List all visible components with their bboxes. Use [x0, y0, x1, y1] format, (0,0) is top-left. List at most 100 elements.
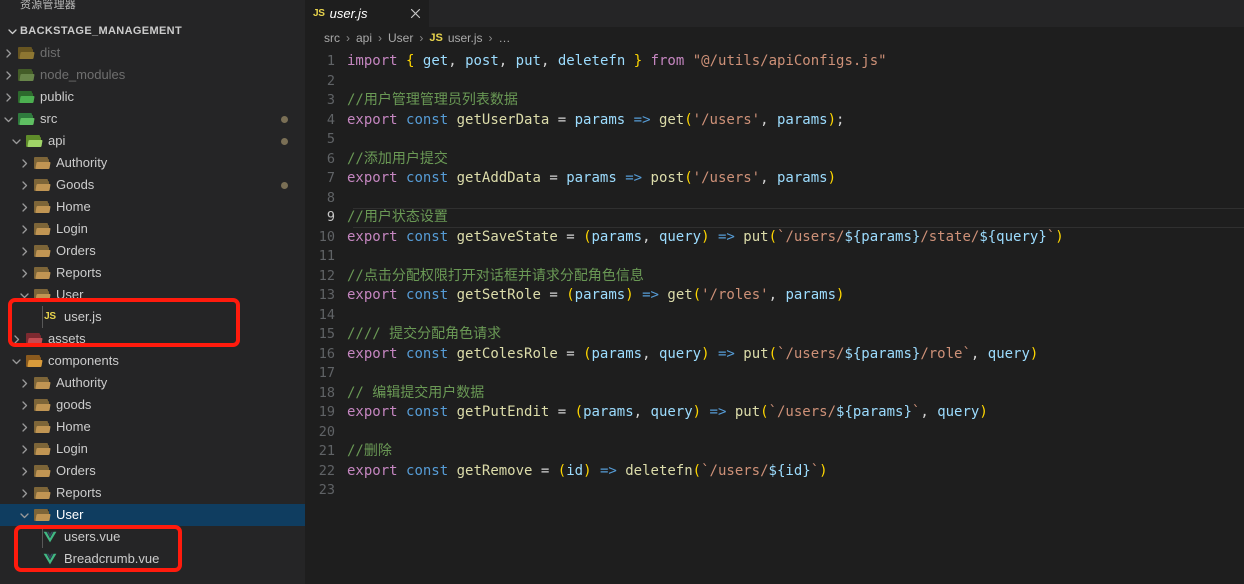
code-line[interactable]: 8 — [305, 189, 1244, 209]
breadcrumb-item[interactable]: User — [388, 31, 413, 45]
tree-file-user-js[interactable]: JS user.js — [0, 306, 305, 328]
tree-folder-goods[interactable]: Goods — [0, 174, 305, 196]
folder-tan-icon — [32, 178, 52, 192]
folder-tan-icon — [32, 244, 52, 258]
chevron-down-icon[interactable] — [8, 350, 24, 372]
tree-folder-src[interactable]: src — [0, 108, 305, 130]
line-number: 12 — [318, 267, 335, 284]
chevron-right-icon[interactable] — [8, 328, 24, 350]
chevron-right-icon[interactable] — [0, 42, 16, 64]
tree-folder-reports[interactable]: Reports — [0, 482, 305, 504]
chevron-right-icon[interactable] — [16, 218, 32, 240]
breadcrumb: src › api › User › JS user.js ›… — [305, 27, 1244, 49]
chevron-right-icon[interactable] — [16, 482, 32, 504]
code-line[interactable]: 7 export const getAddData = params => pos… — [305, 169, 1244, 189]
line-number: 18 — [318, 384, 335, 401]
tree-item-label: public — [40, 89, 74, 104]
chevron-right-icon: › — [419, 31, 424, 45]
chevron-down-icon[interactable] — [16, 504, 32, 526]
code-line[interactable]: 1 import { get, post, put, deletefn } fro… — [305, 52, 1244, 72]
line-number: 9 — [326, 209, 335, 225]
code-line[interactable]: 18 // 编辑提交用户数据 — [305, 384, 1244, 404]
folder-tan-icon — [32, 376, 52, 390]
chevron-right-icon[interactable] — [16, 416, 32, 438]
tree-folder-authority[interactable]: Authority — [0, 372, 305, 394]
chevron-right-icon[interactable] — [16, 174, 32, 196]
chevron-right-icon[interactable] — [16, 262, 32, 284]
code-line[interactable]: 13 export const getSetRole = (params) => … — [305, 286, 1244, 306]
code-line-text: export const getPutEndit = (params, quer… — [347, 404, 988, 420]
code-line[interactable]: 5 — [305, 130, 1244, 150]
tree-folder-components[interactable]: components — [0, 350, 305, 372]
chevron-right-icon[interactable] — [16, 196, 32, 218]
tree-folder-login[interactable]: Login — [0, 438, 305, 460]
chevron-right-icon[interactable] — [16, 438, 32, 460]
code-line[interactable]: 4 export const getUserData = params => ge… — [305, 111, 1244, 131]
tree-folder-home[interactable]: Home — [0, 416, 305, 438]
breadcrumb-item[interactable]: user.js — [448, 31, 483, 45]
chevron-right-icon[interactable] — [16, 152, 32, 174]
tree-item-label: api — [48, 133, 66, 148]
chevron-down-icon[interactable] — [4, 20, 20, 42]
tree-folder-orders[interactable]: Orders — [0, 240, 305, 262]
code-line[interactable]: 20 — [305, 423, 1244, 443]
code-line[interactable]: 3 //用户管理管理员列表数据 — [305, 91, 1244, 111]
chevron-down-icon[interactable] — [0, 108, 16, 130]
code-line[interactable]: 14 — [305, 306, 1244, 326]
chevron-right-icon[interactable] — [16, 460, 32, 482]
breadcrumb-item[interactable]: src — [324, 31, 340, 45]
tree-file-users-vue[interactable]: users.vue — [0, 526, 305, 548]
code-line[interactable]: 6 //添加用户提交 — [305, 150, 1244, 170]
tree-folder-user[interactable]: User — [0, 284, 305, 306]
code-line[interactable]: 10 export const getSaveState = (params, q… — [305, 228, 1244, 248]
code-line[interactable]: 12 //点击分配权限打开对话框并请求分配角色信息 — [305, 267, 1244, 287]
code-line[interactable]: 9 //用户状态设置 — [305, 208, 1244, 228]
tree-item-label: Login — [56, 441, 88, 456]
tree-folder-login[interactable]: Login — [0, 218, 305, 240]
line-number: 19 — [318, 404, 335, 420]
line-number: 21 — [318, 443, 335, 459]
folder-tan-icon — [32, 156, 52, 170]
code-line-text: //用户管理管理员列表数据 — [347, 92, 518, 108]
tree-item-label: Authority — [56, 155, 108, 170]
tree-folder-node-modules[interactable]: node_modules — [0, 64, 305, 86]
code-line[interactable]: 16 export const getColesRole = (params, q… — [305, 345, 1244, 365]
explorer-root-folder[interactable]: BACKSTAGE_MANAGEMENT — [0, 20, 305, 42]
chevron-down-icon[interactable] — [16, 284, 32, 306]
chevron-right-icon[interactable] — [16, 240, 32, 262]
code-line[interactable]: 22 export const getRemove = (id) => delet… — [305, 462, 1244, 482]
chevron-right-icon[interactable] — [16, 372, 32, 394]
chevron-down-icon[interactable] — [8, 130, 24, 152]
tree-folder-authority[interactable]: Authority — [0, 152, 305, 174]
line-number: 4 — [326, 111, 335, 128]
code-line-text: // 编辑提交用户数据 — [347, 384, 485, 401]
tree-folder-orders[interactable]: Orders — [0, 460, 305, 482]
tree-folder-dist[interactable]: dist — [0, 42, 305, 64]
chevron-right-icon[interactable] — [16, 394, 32, 416]
editor-tab-user-js[interactable]: JS user.js — [305, 0, 430, 27]
code-line[interactable]: 21 //删除 — [305, 442, 1244, 462]
breadcrumb-item[interactable]: api — [356, 31, 372, 45]
line-number: 20 — [318, 423, 335, 440]
tree-folder-public[interactable]: public — [0, 86, 305, 108]
code-line[interactable]: 11 — [305, 247, 1244, 267]
folder-red-icon — [24, 332, 44, 346]
chevron-right-icon[interactable] — [0, 64, 16, 86]
code-editor-content[interactable]: 1 import { get, post, put, deletefn } fro… — [305, 49, 1244, 501]
code-line[interactable]: 19 export const getPutEndit = (params, qu… — [305, 403, 1244, 423]
tree-folder-home[interactable]: Home — [0, 196, 305, 218]
line-number: 3 — [326, 92, 335, 108]
tree-folder-api[interactable]: api — [0, 130, 305, 152]
code-line[interactable]: 17 — [305, 364, 1244, 384]
tree-folder-goods[interactable]: goods — [0, 394, 305, 416]
tree-folder-reports[interactable]: Reports — [0, 262, 305, 284]
tree-folder-assets[interactable]: assets — [0, 328, 305, 350]
breadcrumb-item[interactable]: … — [499, 31, 511, 45]
tree-file-breadcrumb-vue[interactable]: Breadcrumb.vue — [0, 548, 305, 570]
code-line[interactable]: 23 — [305, 481, 1244, 501]
tree-folder-user[interactable]: User — [0, 504, 305, 526]
code-line[interactable]: 15 //// 提交分配角色请求 — [305, 325, 1244, 345]
close-icon[interactable] — [407, 6, 423, 22]
chevron-right-icon[interactable] — [0, 86, 16, 108]
code-line[interactable]: 2 — [305, 72, 1244, 92]
